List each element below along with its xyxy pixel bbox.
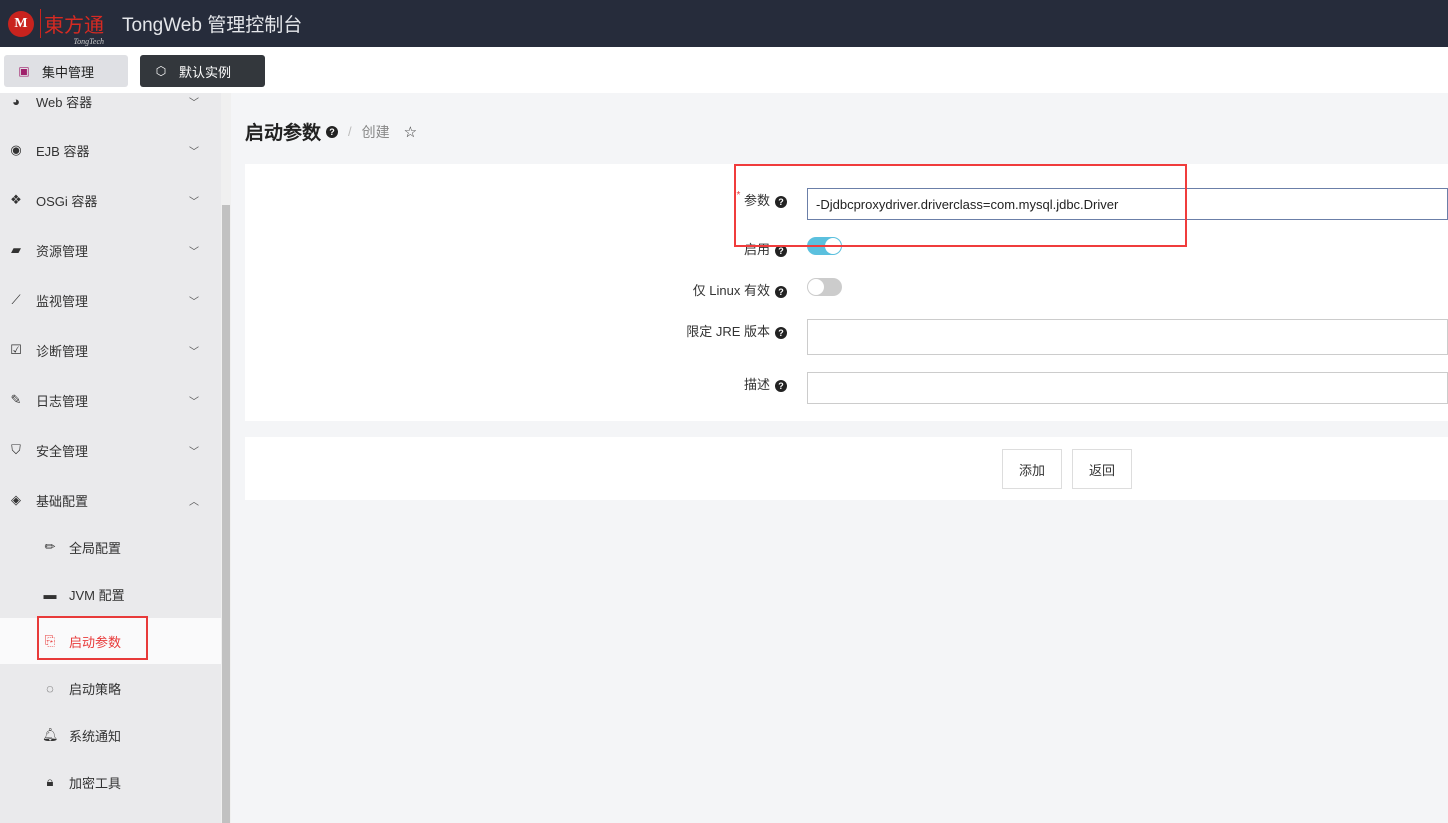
sidebar-scrollbar-thumb[interactable] (222, 205, 230, 823)
sidebar-subitem-encryption-tool[interactable]: 🔒︎ 加密工具 (0, 759, 221, 805)
spinner-icon: ◌ (46, 680, 54, 696)
sidebar-item-resources[interactable]: ▰ 资源管理 ﹀ (0, 227, 221, 273)
sidebar-item-label: 全局配置 (69, 540, 122, 556)
logo-mark: M (8, 10, 34, 37)
sidebar-item-diagnosis[interactable]: ☑ 诊断管理 ﹀ (0, 327, 221, 373)
sidebar-item-label: 系统通知 (69, 728, 122, 744)
sidebar-item-monitor[interactable]: ⟋ 监视管理 ﹀ (0, 277, 221, 323)
back-button[interactable]: 返回 (1072, 449, 1132, 489)
chevron-up-icon: ︿ (189, 496, 199, 508)
highlight-box (37, 616, 148, 660)
chevron-down-icon: ﹀ (189, 196, 199, 208)
linux-only-toggle[interactable] (807, 278, 842, 296)
chevron-down-icon: ﹀ (189, 446, 199, 458)
sidebar-item-logs[interactable]: ✎ 日志管理 ﹀ (0, 377, 221, 423)
shield-icon: ⛉ (11, 442, 21, 457)
chevron-down-icon: ﹀ (189, 396, 199, 408)
clipboard-check-icon: ☑ (10, 342, 22, 357)
sidebar-item-ejb-container[interactable]: ◉ EJB 容器 ﹀ (0, 127, 221, 173)
sidebar-item-label: 日志管理 (36, 393, 89, 409)
default-instance-label: 默认实例 (179, 64, 232, 80)
sidebar-item-web-container[interactable]: ◕ Web 容器 ﹀ (0, 93, 221, 124)
sidebar-item-label: Web 容器 (36, 94, 93, 110)
sidebar-item-label: 基础配置 (36, 493, 89, 509)
sidebar-subitem-jvm-config[interactable]: ▬ JVM 配置 (0, 571, 221, 617)
globe-icon: ◕ (12, 93, 20, 109)
edit-icon: ✎ (10, 392, 22, 407)
pencil-icon: ✏ (44, 539, 56, 554)
jre-version-input[interactable] (807, 319, 1448, 355)
bell-icon: 🔔︎ (42, 727, 59, 742)
sidebar-item-label: JVM 配置 (69, 587, 125, 603)
add-button[interactable]: 添加 (1002, 449, 1062, 489)
default-instance-button[interactable]: ⬡ 默认实例 (140, 55, 265, 87)
central-management-button[interactable]: ▣ 集中管理 (4, 55, 128, 87)
book-icon: ▰ (11, 242, 21, 257)
highlight-box (734, 164, 1187, 247)
sidebar-item-label: 监视管理 (36, 293, 89, 309)
sidebar-item-label: OSGi 容器 (36, 193, 98, 209)
sidebar-subitem-startup-policy[interactable]: ◌ 启动策略 (0, 665, 221, 711)
tongtech-logo: M 東方通 TongTech (8, 9, 104, 46)
sidebar-item-label: 加密工具 (69, 775, 122, 791)
chevron-down-icon: ﹀ (189, 146, 199, 158)
coffee-icon: ▬ (43, 586, 57, 602)
sidebar-item-label: 安全管理 (36, 443, 89, 459)
sidebar-item-label: 诊断管理 (36, 343, 89, 359)
logo-text: 東方通 (44, 15, 104, 37)
sidebar-item-label: EJB 容器 (36, 143, 90, 159)
sidebar-item-security[interactable]: ⛉ 安全管理 ﹀ (0, 427, 221, 473)
description-input[interactable] (807, 372, 1448, 404)
sidebar: ◕ Web 容器 ﹀ ◉ EJB 容器 ﹀ ❖ OSGi 容器 ﹀ ▰ 资源管理 ﹀ ⟋ 监视管理… (0, 93, 221, 823)
chart-line-icon: ⟋ (11, 292, 21, 307)
breadcrumb-separator: / (348, 124, 352, 139)
sidebar-subitem-global-config[interactable]: ✏ 全局配置 (0, 524, 221, 570)
jre-version-label: 限定 JRE 版本? (686, 321, 787, 340)
cube-icon: ⬡ (155, 64, 167, 78)
central-management-label: 集中管理 (42, 64, 95, 80)
chevron-down-icon: ﹀ (189, 346, 199, 358)
app-title: TongWeb 管理控制台 (122, 15, 303, 36)
description-label: 描述? (744, 374, 787, 393)
logo-sub: TongTech (73, 37, 104, 46)
breadcrumb-current: 创建 (361, 123, 390, 140)
sidebar-subitem-notifications[interactable]: 🔔︎ 系统通知 (0, 712, 221, 758)
action-panel: 添加 返回 (245, 437, 1448, 500)
layers-icon: ◈ (11, 492, 21, 507)
breadcrumb: 启动参数? / 创建 ☆ (245, 118, 417, 145)
sidebar-item-osgi-container[interactable]: ❖ OSGi 容器 ﹀ (0, 177, 221, 223)
linux-only-label: 仅 Linux 有效? (693, 280, 787, 299)
sidebar-item-basic-config[interactable]: ◈ 基础配置 ︿ (0, 477, 221, 523)
toolbar: ▣ 集中管理 ⬡ 默认实例 (0, 47, 1448, 93)
sidebar-item-label: 启动策略 (69, 681, 122, 697)
chevron-down-icon: ﹀ (189, 246, 199, 258)
target-icon: ◉ (10, 142, 22, 157)
page-title: 启动参数 (245, 123, 322, 144)
sidebar-item-label: 资源管理 (36, 243, 89, 259)
help-icon[interactable]: ? (775, 379, 787, 392)
expand-icon: ▣ (18, 64, 30, 78)
top-header: M 東方通 TongTech TongWeb 管理控制台 (0, 0, 1448, 47)
lock-icon: 🔒︎ (46, 774, 54, 789)
chevron-down-icon: ﹀ (189, 296, 199, 308)
cubes-icon: ❖ (10, 192, 22, 207)
help-icon[interactable]: ? (326, 125, 339, 138)
help-icon[interactable]: ? (775, 326, 787, 339)
star-icon[interactable]: ☆ (404, 123, 417, 141)
chevron-down-icon: ﹀ (189, 97, 199, 109)
help-icon[interactable]: ? (775, 285, 787, 298)
